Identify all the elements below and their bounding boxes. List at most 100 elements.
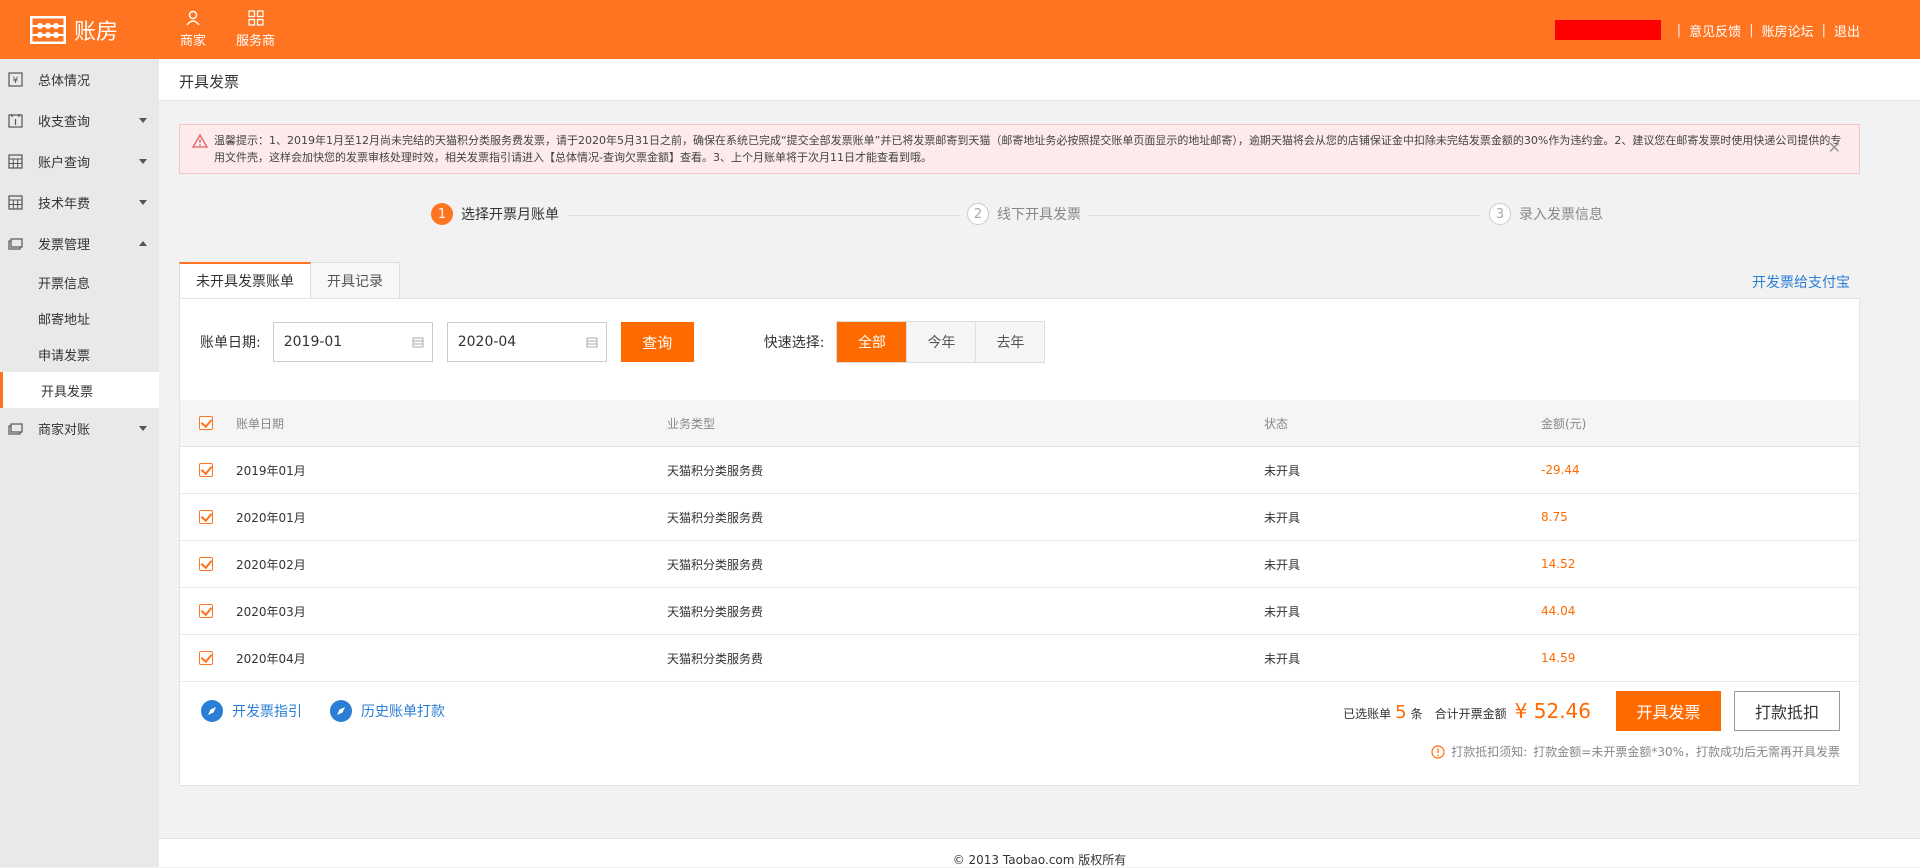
sidebar-item-label: 发票管理 <box>38 238 91 253</box>
sidebar-item-income[interactable]: 收支查询 <box>0 100 159 141</box>
feedback-link[interactable]: 意见反馈 <box>1689 21 1741 40</box>
row-checkbox[interactable] <box>199 510 213 524</box>
compass-icon <box>201 700 223 722</box>
step-connector <box>569 215 959 216</box>
query-button[interactable]: 查询 <box>620 322 694 362</box>
nav-service-provider[interactable]: 服务商 <box>236 0 275 59</box>
selected-prefix: 已选账单 <box>1343 707 1392 721</box>
tab-uninvoiced-bills[interactable]: 未开具发票账单 <box>179 262 311 298</box>
top-nav: 商家 服务商 <box>180 0 275 59</box>
history-payment-label: 历史账单打款 <box>361 704 445 720</box>
page-footer: © 2013 Taobao.com 版权所有 <box>159 838 1920 867</box>
payment-note-text: 打款金额=未开票金额*30%，打款成功后无需再开具发票 <box>1533 745 1840 759</box>
cell-type: 天猫积分类服务费 <box>667 463 764 478</box>
calculator-icon <box>8 195 23 210</box>
close-icon[interactable]: ✕ <box>1828 139 1841 156</box>
bill-panel: 账单日期: 2019-01 2020-04 查询 快速选择: 全部 今年 去年 … <box>179 298 1860 786</box>
cell-type: 天猫积分类服务费 <box>667 651 764 666</box>
sidebar-item-label: 总体情况 <box>38 74 91 89</box>
column-header-status: 状态 <box>1264 416 1289 431</box>
start-date-value: 2019-01 <box>283 334 343 350</box>
table-row: 2020年04月 天猫积分类服务费 未开具 14.59 <box>180 635 1859 682</box>
reconcile-icon <box>8 423 23 435</box>
end-date-input[interactable]: 2020-04 <box>446 322 607 362</box>
chevron-down-icon <box>139 159 147 164</box>
step-number: 1 <box>431 203 453 225</box>
step-indicator: 1 选择开票月账单 2 线下开具发票 3 录入发票信息 <box>179 203 1860 231</box>
info-icon <box>1431 744 1445 759</box>
table-header: 账单日期 业务类型 状态 金额(元) <box>180 400 1859 447</box>
payment-note: 打款抵扣须知: 打款金额=未开票金额*30%，打款成功后无需再开具发票 <box>1431 743 1840 760</box>
sidebar-item-account[interactable]: 账户查询 <box>0 141 159 182</box>
cell-amount: 14.52 <box>1541 557 1576 571</box>
yen-icon: ¥ <box>8 72 23 87</box>
cell-date: 2020年04月 <box>236 651 306 666</box>
tab-issue-records[interactable]: 开具记录 <box>311 262 400 298</box>
notice-text: 温馨提示：1、2019年1月至12月尚未完结的天猫积分类服务费发票，请于2020… <box>214 134 1842 164</box>
cell-type: 天猫积分类服务费 <box>667 510 764 525</box>
sidebar: ¥ 总体情况 收支查询 账户查询 技术年费 发票管理 开票信息 邮寄地址 申请发… <box>0 59 159 867</box>
forum-link[interactable]: 账房论坛 <box>1762 21 1814 40</box>
row-checkbox[interactable] <box>199 557 213 571</box>
sidebar-subitem-mailing-address[interactable]: 邮寄地址 <box>0 300 159 336</box>
selected-suffix: 条 <box>1410 707 1423 721</box>
bill-date-label: 账单日期: <box>200 335 261 351</box>
row-checkbox[interactable] <box>199 604 213 618</box>
sidebar-item-label: 商家对账 <box>38 423 91 438</box>
sidebar-item-reconcile[interactable]: 商家对账 <box>0 408 159 449</box>
filter-bar: 账单日期: 2019-01 2020-04 查询 快速选择: 全部 今年 去年 <box>200 321 1046 363</box>
quick-select-last-year[interactable]: 去年 <box>975 322 1045 362</box>
sidebar-subitem-issue-invoice[interactable]: 开具发票 <box>0 372 159 408</box>
quick-select-all[interactable]: 全部 <box>837 322 907 362</box>
selection-summary: 已选账单 5 条 合计开票金额 ¥ 52.46 <box>1343 699 1591 723</box>
logo[interactable]: 账房 <box>30 14 118 46</box>
top-bar: 账房 商家 服务商 | 意见反馈 | 账房论坛 | 退出 <box>0 0 1920 59</box>
cell-amount: 8.75 <box>1541 510 1568 524</box>
sidebar-item-tech-fee[interactable]: 技术年费 <box>0 182 159 223</box>
row-checkbox[interactable] <box>199 463 213 477</box>
cell-status: 未开具 <box>1264 651 1301 666</box>
warning-icon <box>192 134 208 148</box>
payment-deduction-button[interactable]: 打款抵扣 <box>1734 691 1840 731</box>
sidebar-subitem-invoice-info[interactable]: 开票信息 <box>0 264 159 300</box>
cell-status: 未开具 <box>1264 604 1301 619</box>
alipay-invoice-link[interactable]: 开发票给支付宝 <box>1752 272 1850 292</box>
sidebar-item-overview[interactable]: ¥ 总体情况 <box>0 59 159 100</box>
step-2: 2 线下开具发票 <box>967 203 1081 225</box>
select-all-checkbox[interactable] <box>199 416 213 430</box>
invoice-guide-link[interactable]: 开发票指引 <box>200 699 302 723</box>
table-row: 2019年01月 天猫积分类服务费 未开具 -29.44 <box>180 447 1859 494</box>
panel-footer: 开发票指引 历史账单打款 已选账单 5 条 合计开票金额 ¥ 52.46 开具发… <box>180 683 1859 783</box>
table-row: 2020年01月 天猫积分类服务费 未开具 8.75 <box>180 494 1859 541</box>
apps-icon <box>247 10 264 26</box>
sidebar-item-invoice-management[interactable]: 发票管理 <box>0 223 159 264</box>
top-right-links: | 意见反馈 | 账房论坛 | 退出 <box>1554 20 1860 40</box>
nav-merchant-label: 商家 <box>180 34 207 49</box>
chevron-down-icon <box>139 118 147 123</box>
calculator-icon <box>8 154 23 169</box>
quick-select-this-year[interactable]: 今年 <box>906 322 976 362</box>
step-label: 线下开具发票 <box>997 207 1081 223</box>
sidebar-item-label: 收支查询 <box>38 115 91 130</box>
page-title: 开具发票 <box>179 73 240 91</box>
logout-link[interactable]: 退出 <box>1834 21 1860 40</box>
divider: | <box>1821 22 1826 38</box>
copyright-text: © 2013 Taobao.com 版权所有 <box>952 853 1127 867</box>
quick-select-group: 全部 今年 去年 <box>836 321 1046 363</box>
warning-notice: 温馨提示：1、2019年1月至12月尚未完结的天猫积分类服务费发票，请于2020… <box>179 124 1860 174</box>
row-checkbox[interactable] <box>199 651 213 665</box>
compass-icon <box>330 700 352 722</box>
column-header-amount: 金额(元) <box>1541 416 1587 431</box>
sidebar-subitem-apply-invoice[interactable]: 申请发票 <box>0 336 159 372</box>
history-payment-link[interactable]: 历史账单打款 <box>329 699 445 723</box>
issue-invoice-button[interactable]: 开具发票 <box>1616 691 1721 731</box>
nav-merchant[interactable]: 商家 <box>180 0 206 59</box>
step-number: 2 <box>967 203 989 225</box>
total-label: 合计开票金额 <box>1434 707 1507 721</box>
column-header-type: 业务类型 <box>667 416 716 431</box>
total-amount: ¥ 52.46 <box>1514 699 1591 723</box>
end-date-value: 2020-04 <box>457 334 517 350</box>
start-date-input[interactable]: 2019-01 <box>272 322 433 362</box>
logo-text: 账房 <box>74 20 119 45</box>
step-number: 3 <box>1489 203 1511 225</box>
